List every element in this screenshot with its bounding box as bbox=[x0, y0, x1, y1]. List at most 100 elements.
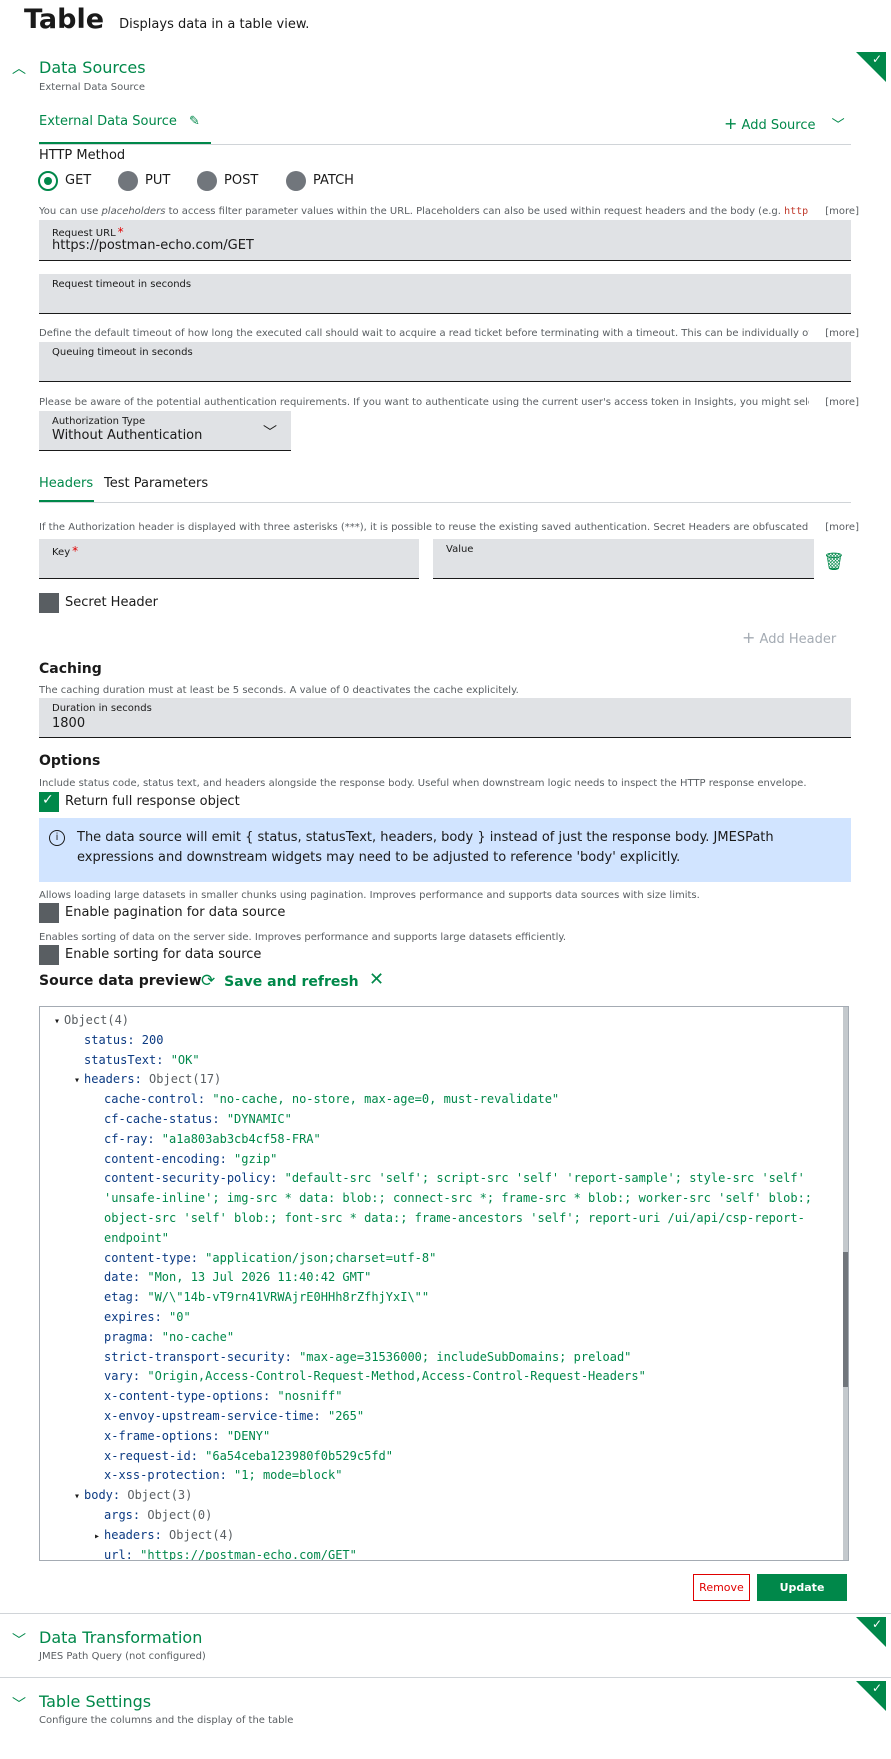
json-value: "default-src 'self'; script-src 'self' '… bbox=[284, 1171, 805, 1186]
radio-patch-label: PATCH bbox=[313, 173, 354, 188]
authorization-type-select[interactable]: Authorization Type Without Authenticatio… bbox=[39, 411, 291, 451]
json-value: Object(3) bbox=[127, 1488, 193, 1503]
add-header-button[interactable]: + Add Header bbox=[742, 628, 836, 647]
json-value: "DENY" bbox=[226, 1428, 271, 1443]
scrollbar-thumb[interactable] bbox=[843, 1252, 848, 1387]
options-hint: Include status code, status text, and he… bbox=[39, 778, 807, 789]
request-timeout-field[interactable]: Request timeout in seconds bbox=[39, 274, 851, 314]
json-value: Object(0) bbox=[147, 1508, 213, 1522]
section-title-data-transformation[interactable]: Data Transformation bbox=[39, 1628, 202, 1647]
preview-panel[interactable]: ▾ Object(4) status: 200 statusText: "OK" ▾ he… bbox=[39, 1006, 849, 1561]
json-row[interactable]: ▾ body: Object(3) bbox=[74, 1488, 192, 1502]
return-full-checkbox[interactable]: ✓ bbox=[39, 792, 59, 812]
json-value: "nosniff" bbox=[277, 1389, 343, 1404]
json-row[interactable]: ▾ headers: Object(17) bbox=[74, 1072, 221, 1086]
plus-icon: + bbox=[724, 114, 738, 133]
remove-button[interactable]: Remove bbox=[693, 1574, 750, 1601]
json-row: x-request-id: "6a54ceba123980f0b529c5fd" bbox=[94, 1449, 393, 1463]
more-link[interactable]: [more] bbox=[825, 522, 859, 533]
radio-put[interactable] bbox=[118, 171, 138, 191]
divider bbox=[39, 144, 851, 145]
chevron-down-icon: ﹀ bbox=[263, 425, 277, 441]
section-subtitle: JMES Path Query (not configured) bbox=[39, 1651, 206, 1662]
json-row: x-content-type-options: "nosniff" bbox=[94, 1389, 342, 1403]
save-refresh-button[interactable]: ⟳ Save and refresh bbox=[201, 971, 359, 991]
queuing-timeout-field[interactable]: Queuing timeout in seconds bbox=[39, 342, 851, 382]
refresh-icon: ⟳ bbox=[201, 971, 216, 991]
close-icon[interactable]: ✕ bbox=[369, 969, 384, 990]
json-key: url: bbox=[104, 1547, 141, 1561]
duration-label: Duration in seconds bbox=[52, 703, 152, 714]
json-row[interactable]: ▾ Object(4) bbox=[54, 1013, 129, 1027]
json-row: statusText: "OK" bbox=[74, 1053, 200, 1067]
header-value-label: Value bbox=[446, 544, 474, 555]
header-key-field[interactable]: Key * bbox=[39, 539, 419, 579]
complete-flag-icon bbox=[856, 1617, 886, 1647]
json-value: "1; mode=block" bbox=[234, 1468, 343, 1483]
json-row: expires: "0" bbox=[94, 1310, 191, 1324]
pencil-icon[interactable]: ✎ bbox=[189, 114, 200, 129]
radio-get[interactable] bbox=[38, 171, 58, 191]
json-key: headers: bbox=[84, 1072, 150, 1087]
queue-hint: Define the default timeout of how long t… bbox=[39, 328, 809, 339]
add-header-label: Add Header bbox=[759, 632, 837, 647]
request-timeout-label: Request timeout in seconds bbox=[52, 279, 192, 290]
json-key: x-xss-protection: bbox=[104, 1468, 235, 1483]
sorting-checkbox[interactable] bbox=[39, 945, 59, 965]
request-url-field[interactable]: Request URL * https://postman-echo.com/GE… bbox=[39, 220, 851, 261]
sorting-label: Enable sorting for data source bbox=[65, 947, 262, 962]
radio-post[interactable] bbox=[197, 171, 217, 191]
json-key: status: bbox=[84, 1032, 142, 1047]
expand-arrow-icon[interactable]: ▾ bbox=[74, 1075, 84, 1086]
chevron-down-icon[interactable]: ﹀ bbox=[832, 118, 845, 133]
chevron-up-icon[interactable]: ︿ bbox=[12, 58, 26, 78]
chevron-down-icon[interactable]: ﹀ bbox=[12, 1630, 26, 1650]
json-row: content-type: "application/json;charset=… bbox=[94, 1251, 436, 1265]
tab-headers[interactable]: Headers bbox=[39, 476, 93, 491]
json-key: cf-ray: bbox=[104, 1131, 162, 1146]
pagination-checkbox[interactable] bbox=[39, 903, 59, 923]
headers-hint: If the Authorization header is displayed… bbox=[39, 522, 809, 533]
section-title-data-sources[interactable]: Data Sources bbox=[39, 58, 146, 77]
delete-icon[interactable]: 🗑 bbox=[823, 552, 845, 572]
radio-get-label: GET bbox=[65, 173, 92, 188]
json-key: x-request-id: bbox=[104, 1448, 206, 1463]
json-row[interactable]: ▸ headers: Object(4) bbox=[94, 1528, 234, 1542]
caching-hint: The caching duration must at least be 5 … bbox=[39, 685, 519, 696]
chevron-down-icon[interactable]: ﹀ bbox=[12, 1694, 26, 1714]
duration-field[interactable]: Duration in seconds 1800 bbox=[39, 698, 851, 738]
json-key: body: bbox=[84, 1488, 128, 1503]
divider bbox=[0, 1613, 891, 1614]
info-banner: i The data source will emit { status, st… bbox=[39, 818, 851, 882]
radio-put-label: PUT bbox=[145, 173, 171, 188]
preview-title: Source data preview bbox=[39, 973, 202, 989]
json-key: cache-control: bbox=[104, 1092, 213, 1107]
expand-arrow-icon[interactable]: ▾ bbox=[54, 1016, 64, 1027]
authorization-type-value: Without Authentication bbox=[52, 428, 203, 443]
add-source-label: Add Source bbox=[741, 118, 816, 133]
section-title-table-settings[interactable]: Table Settings bbox=[39, 1692, 151, 1711]
more-link[interactable]: [more] bbox=[825, 328, 859, 339]
expand-arrow-icon[interactable]: ▾ bbox=[74, 1491, 84, 1502]
json-key: x-frame-options: bbox=[104, 1428, 227, 1443]
tab-test-parameters[interactable]: Test Parameters bbox=[104, 476, 208, 491]
json-row: x-frame-options: "DENY" bbox=[94, 1429, 270, 1443]
secret-header-label: Secret Header bbox=[65, 595, 159, 610]
secret-header-checkbox[interactable] bbox=[39, 593, 59, 613]
json-key: date: bbox=[104, 1270, 148, 1285]
radio-patch[interactable] bbox=[286, 171, 306, 191]
json-row: date: "Mon, 13 Jul 2026 11:40:42 GMT" bbox=[94, 1270, 371, 1284]
complete-flag-icon bbox=[856, 52, 886, 82]
caching-title: Caching bbox=[39, 661, 102, 677]
expand-arrow-icon[interactable]: ▸ bbox=[94, 1531, 104, 1542]
source-tab[interactable]: External Data Source ✎ bbox=[39, 114, 200, 129]
more-link[interactable]: [more] bbox=[825, 397, 859, 408]
divider bbox=[0, 1677, 891, 1678]
update-source-button[interactable]: Update Source bbox=[757, 1574, 847, 1621]
pagination-label: Enable pagination for data source bbox=[65, 905, 286, 920]
more-link[interactable]: [more] bbox=[825, 206, 859, 217]
scrollbar[interactable] bbox=[843, 1007, 848, 1560]
header-value-field[interactable]: Value bbox=[433, 539, 814, 579]
add-source-button[interactable]: + Add Source ﹀ bbox=[724, 114, 845, 133]
json-value: "DYNAMIC" bbox=[226, 1112, 292, 1126]
